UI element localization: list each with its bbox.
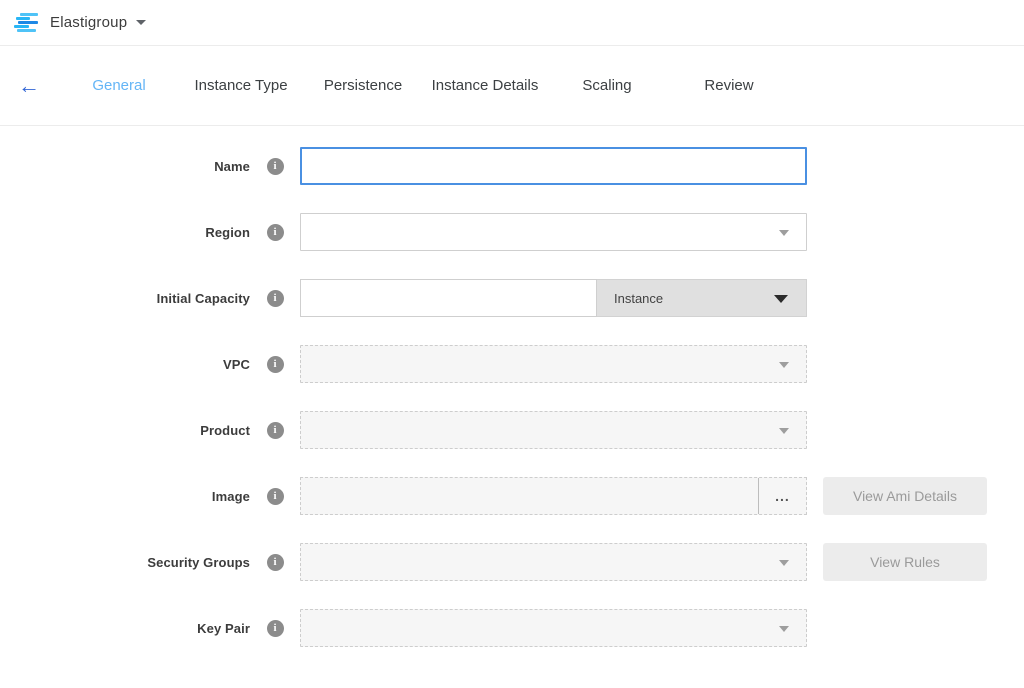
top-bar: Elastigroup	[0, 0, 1024, 46]
elastigroup-logo-icon	[14, 12, 40, 34]
key-pair-select	[300, 609, 807, 647]
name-label: Name	[0, 159, 250, 174]
info-icon[interactable]: i	[267, 158, 284, 175]
image-label: Image	[0, 489, 250, 504]
initial-capacity-label: Initial Capacity	[0, 291, 250, 306]
caret-down-icon	[774, 295, 788, 303]
view-ami-details-button[interactable]: View Ami Details	[823, 477, 987, 515]
vpc-label: VPC	[0, 357, 250, 372]
form-row-security-groups: Security Groups i View Rules	[0, 543, 1024, 581]
caret-down-icon	[779, 230, 789, 236]
tab-general[interactable]: General	[58, 77, 180, 94]
general-settings-form: Name i Region i Initial Capacity i Insta…	[0, 126, 1024, 647]
form-row-region: Region i	[0, 213, 1024, 251]
brand-switcher[interactable]: Elastigroup	[50, 14, 127, 31]
browse-image-button[interactable]: ...	[758, 478, 806, 514]
info-icon[interactable]: i	[267, 290, 284, 307]
caret-down-icon	[779, 362, 789, 368]
name-input[interactable]	[300, 147, 807, 185]
form-row-initial-capacity: Initial Capacity i Instance	[0, 279, 1024, 317]
vpc-select	[300, 345, 807, 383]
caret-down-icon	[779, 560, 789, 566]
view-rules-button[interactable]: View Rules	[823, 543, 987, 581]
product-select	[300, 411, 807, 449]
security-groups-label: Security Groups	[0, 555, 250, 570]
caret-down-icon	[779, 626, 789, 632]
form-row-key-pair: Key Pair i	[0, 609, 1024, 647]
tab-instance-details[interactable]: Instance Details	[424, 77, 546, 94]
info-icon[interactable]: i	[267, 422, 284, 439]
form-row-name: Name i	[0, 147, 1024, 185]
region-select[interactable]	[300, 213, 807, 251]
info-icon[interactable]: i	[267, 620, 284, 637]
security-groups-select	[300, 543, 807, 581]
form-row-product: Product i	[0, 411, 1024, 449]
wizard-tab-bar: ← General Instance Type Persistence Inst…	[0, 46, 1024, 126]
capacity-unit-value: Instance	[614, 291, 663, 306]
tab-instance-type[interactable]: Instance Type	[180, 77, 302, 94]
image-input	[301, 478, 758, 514]
arrow-left-icon: ←	[18, 75, 40, 97]
tab-review[interactable]: Review	[668, 77, 790, 94]
capacity-unit-select[interactable]: Instance	[597, 279, 807, 317]
form-row-vpc: VPC i	[0, 345, 1024, 383]
form-row-image: Image i ... View Ami Details	[0, 477, 1024, 515]
initial-capacity-input[interactable]	[300, 279, 597, 317]
chevron-down-icon[interactable]	[136, 20, 146, 25]
key-pair-label: Key Pair	[0, 621, 250, 636]
info-icon[interactable]: i	[267, 554, 284, 571]
tab-persistence[interactable]: Persistence	[302, 77, 424, 94]
region-label: Region	[0, 225, 250, 240]
info-icon[interactable]: i	[267, 488, 284, 505]
tab-scaling[interactable]: Scaling	[546, 77, 668, 94]
info-icon[interactable]: i	[267, 356, 284, 373]
image-input-group: ...	[300, 477, 807, 515]
caret-down-icon	[779, 428, 789, 434]
info-icon[interactable]: i	[267, 224, 284, 241]
back-button[interactable]: ←	[0, 75, 58, 97]
product-label: Product	[0, 423, 250, 438]
